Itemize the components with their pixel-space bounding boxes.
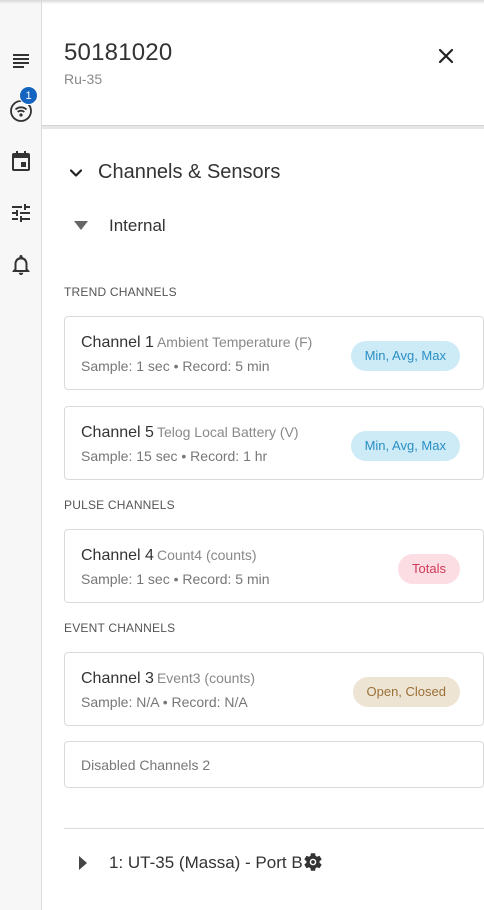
port-divider (64, 828, 484, 829)
event-channels-heading: EVENT CHANNELS (64, 621, 176, 635)
gear-icon[interactable] (302, 851, 324, 873)
device-subtitle: Ru-35 (64, 71, 103, 87)
chevron-down-icon[interactable] (66, 160, 86, 186)
close-icon[interactable] (434, 44, 458, 68)
totals-chip: Totals (398, 554, 460, 584)
channel-sample-info: Sample: 1 sec • Record: 5 min (81, 358, 270, 374)
disabled-channels-card[interactable]: Disabled Channels 2 (64, 741, 484, 788)
channel-name: Channel 3 (81, 670, 154, 687)
port-label[interactable]: 1: UT-35 (Massa) - Port B (109, 853, 303, 873)
channel-card[interactable]: Channel 1 Ambient Temperature (F) Sample:… (64, 316, 484, 390)
top-shadow (0, 0, 484, 4)
bell-icon[interactable] (9, 253, 33, 277)
trend-channels-heading: TREND CHANNELS (64, 285, 177, 299)
side-rail: 1 (0, 0, 42, 910)
channel-description: Ambient Temperature (F) (156, 334, 313, 350)
caret-right-icon[interactable] (78, 855, 88, 871)
header-divider (42, 125, 484, 129)
disabled-channels-label: Disabled Channels 2 (81, 757, 211, 773)
channel-name: Channel 5 (81, 424, 154, 441)
channel-card[interactable]: Channel 3 Event3 (counts) Sample: N/A • R… (64, 652, 484, 726)
stats-chip: Min, Avg, Max (350, 341, 460, 371)
channel-card[interactable]: Channel 4 Count4 (counts) Sample: 1 sec •… (64, 529, 484, 603)
list-icon[interactable] (9, 49, 33, 73)
pulse-channels-heading: PULSE CHANNELS (64, 498, 175, 512)
channel-sample-info: Sample: 15 sec • Record: 1 hr (81, 448, 268, 464)
channel-description: Telog Local Battery (V) (156, 424, 299, 440)
internal-group-label[interactable]: Internal (109, 216, 166, 236)
sliders-icon[interactable] (9, 201, 33, 225)
device-detail-panel: 50181020 Ru-35 Channels & Sensors Intern… (42, 0, 484, 910)
channel-description: Count4 (counts) (156, 547, 257, 563)
channel-name: Channel 1 (81, 334, 154, 351)
caret-down-icon[interactable] (73, 219, 89, 231)
calendar-icon[interactable] (9, 149, 33, 173)
channel-card[interactable]: Channel 5 Telog Local Battery (V) Sample:… (64, 406, 484, 480)
state-chip: Open, Closed (352, 677, 460, 707)
notification-badge: 1 (19, 86, 38, 105)
channel-sample-info: Sample: 1 sec • Record: 5 min (81, 571, 270, 587)
channel-description: Event3 (counts) (156, 670, 256, 686)
device-title: 50181020 (64, 39, 173, 66)
channel-name: Channel 4 (81, 547, 154, 564)
stats-chip: Min, Avg, Max (350, 431, 460, 461)
channel-sample-info: Sample: N/A • Record: N/A (81, 694, 248, 710)
section-title[interactable]: Channels & Sensors (98, 161, 280, 184)
